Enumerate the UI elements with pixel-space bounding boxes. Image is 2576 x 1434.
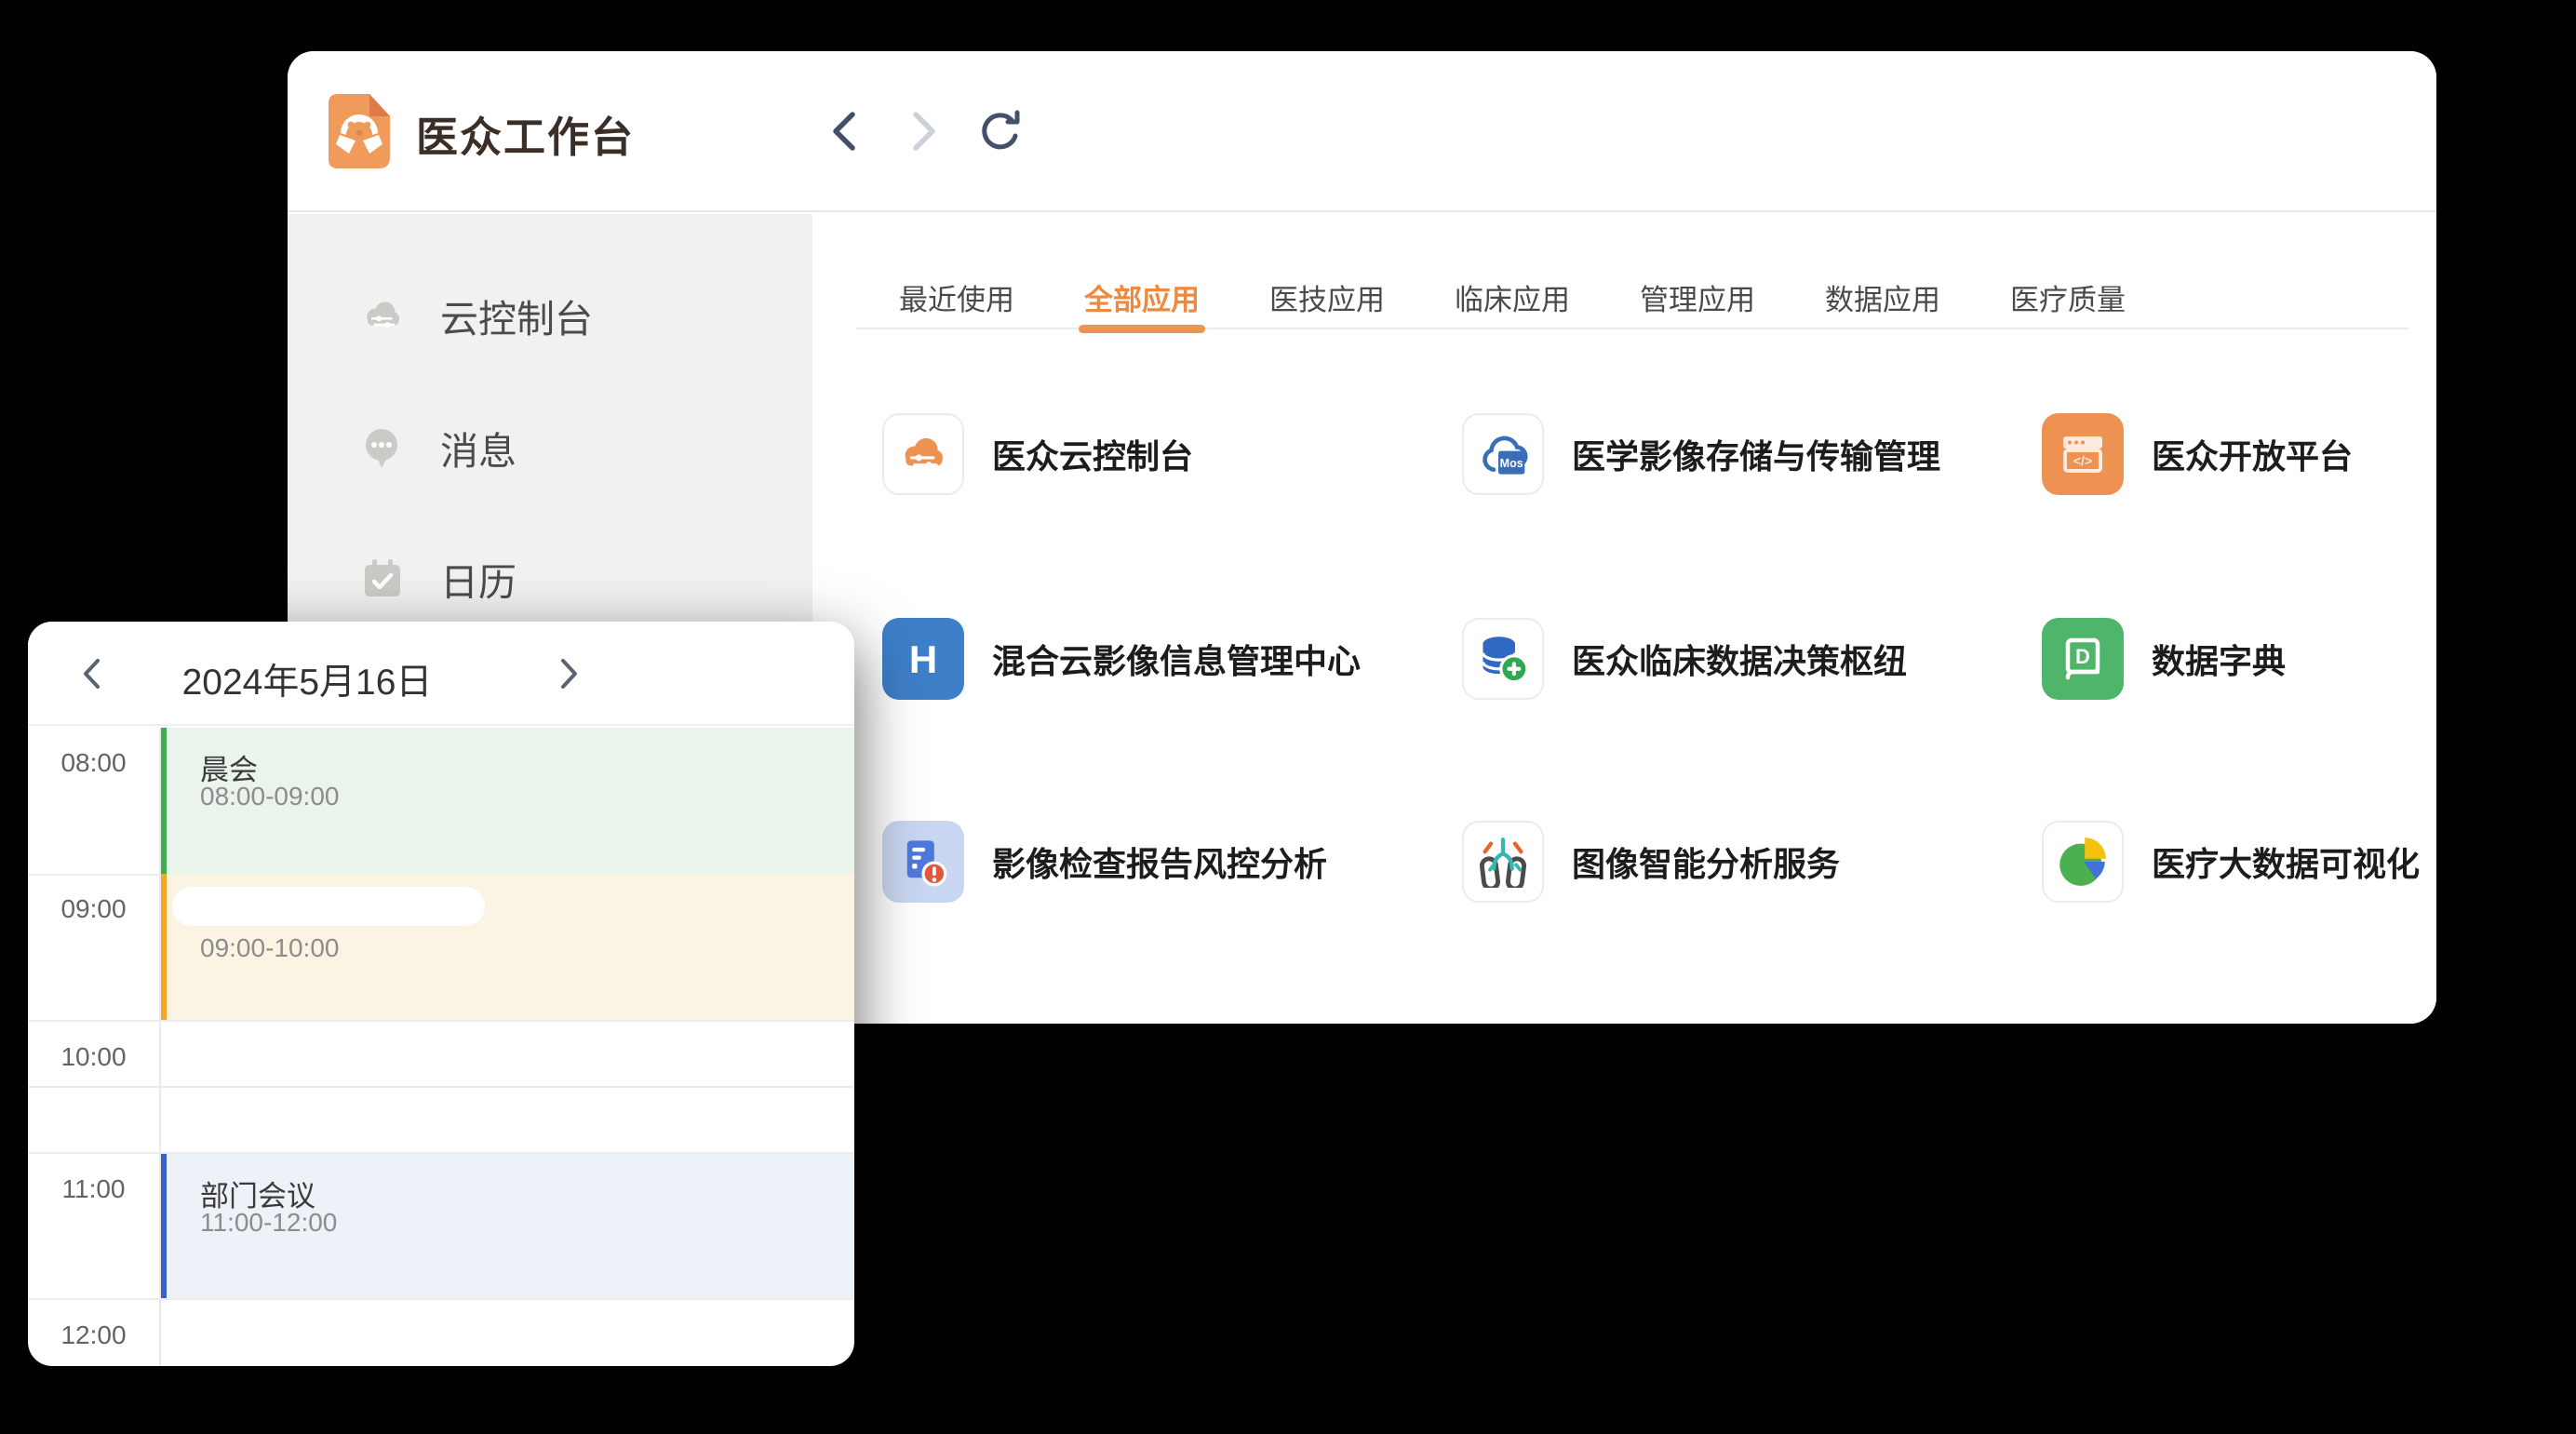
message-icon (360, 425, 405, 470)
cloud-icon (360, 293, 405, 338)
time-label: 11:00 (28, 1174, 159, 1204)
cloud-console-icon (897, 428, 949, 480)
calendar-slot-1000[interactable]: 10:00 (28, 1020, 854, 1086)
active-tab-underline (1079, 325, 1205, 333)
back-button[interactable] (824, 107, 868, 155)
svg-text:Mos: Mos (1500, 457, 1523, 470)
app-clinical-data-hub[interactable]: 医众临床数据决策枢纽 (1462, 618, 1907, 700)
event-title-redacted-pill (172, 887, 485, 926)
main-content: 最近使用 全部应用 医技应用 临床应用 管理应用 数据应用 医疗质量 (812, 214, 2436, 1024)
time-label: 12:00 (28, 1320, 159, 1350)
time-label: 08:00 (28, 748, 159, 778)
time-label: 10:00 (28, 1042, 159, 1072)
window-header: 医众工作台 (288, 51, 2436, 212)
calendar-header: 2024年5月16日 (28, 622, 854, 726)
tab-data-apps[interactable]: 数据应用 (1825, 267, 1940, 328)
app-report-risk-analysis[interactable]: 影像检查报告风控分析 (882, 821, 1327, 903)
calendar-event-morning-meeting[interactable]: 晨会 08:00-09:00 (159, 728, 854, 874)
sidebar-item-label: 云控制台 (440, 288, 593, 343)
calendar-icon (360, 556, 405, 601)
svg-text:</>: </> (2073, 453, 2092, 468)
sidebar-item-messages[interactable]: 消息 (288, 415, 812, 480)
tab-all-apps[interactable]: 全部应用 (1084, 267, 1200, 328)
app-image-ai-analysis[interactable]: 图像智能分析服务 (1462, 821, 1840, 903)
app-data-dictionary[interactable]: D 数据字典 (2042, 618, 2286, 700)
calendar-slot-0900: 09:00 09:00-10:00 (28, 874, 854, 1020)
sidebar-item-calendar[interactable]: 日历 (288, 546, 812, 611)
calendar-date-title: 2024年5月16日 (149, 653, 465, 705)
calendar-event-department-meeting[interactable]: 部门会议 11:00-12:00 (159, 1154, 854, 1298)
tab-medtech-apps[interactable]: 医技应用 (1269, 267, 1385, 328)
app-logo-icon (329, 94, 390, 168)
time-label: 09:00 (28, 894, 159, 924)
event-time: 09:00-10:00 (200, 933, 339, 963)
app-image-storage-transfer[interactable]: Mos 医学影像存储与传输管理 (1462, 413, 1940, 495)
desktop-background: 医众工作台 (0, 0, 2576, 1434)
event-time: 11:00-12:00 (200, 1208, 337, 1238)
calendar-popup: 2024年5月16日 08:00 晨会 08:00-09:00 09:00 (28, 622, 854, 1366)
sidebar-item-cloud-console[interactable]: 云控制台 (288, 283, 812, 348)
time-gutter-divider (159, 728, 161, 1366)
clinical-database-icon (1477, 633, 1529, 685)
app-title: 医众工作台 (416, 103, 635, 164)
app-open-platform[interactable]: </> 医众开放平台 (2042, 413, 2353, 495)
sidebar-item-label: 消息 (440, 420, 517, 476)
svg-text:D: D (2075, 645, 2090, 668)
tab-clinical-apps[interactable]: 临床应用 (1455, 267, 1570, 328)
lung-analysis-icon (1477, 836, 1529, 888)
app-cloud-console[interactable]: 医众云控制台 (882, 413, 1193, 495)
open-platform-code-icon: </> (2059, 430, 2107, 478)
sidebar-item-label: 日历 (440, 551, 517, 607)
hybrid-cloud-h-icon: H (899, 635, 947, 683)
calendar-prev-day-button[interactable] (74, 655, 112, 692)
calendar-body: 08:00 晨会 08:00-09:00 09:00 09:00-10:00 1… (28, 728, 854, 1366)
report-risk-alert-icon (897, 836, 949, 888)
pie-chart-icon (2057, 836, 2109, 888)
tab-management-apps[interactable]: 管理应用 (1640, 267, 1755, 328)
svg-text:H: H (909, 637, 937, 681)
forward-button[interactable] (900, 107, 945, 155)
app-big-data-visualization[interactable]: 医疗大数据可视化 (2042, 821, 2420, 903)
tab-recently-used[interactable]: 最近使用 (899, 267, 1014, 328)
data-dictionary-book-icon: D (2059, 635, 2107, 683)
calendar-next-day-button[interactable] (549, 655, 586, 692)
calendar-event-redacted[interactable]: 09:00-10:00 (159, 874, 854, 1020)
tab-bar: 最近使用 全部应用 医技应用 临床应用 管理应用 数据应用 医疗质量 (856, 267, 2408, 329)
refresh-button[interactable] (978, 107, 1023, 155)
mos-cloud-icon: Mos (1475, 426, 1531, 482)
calendar-slot-0800: 08:00 晨会 08:00-09:00 (28, 728, 854, 874)
calendar-slot-1030[interactable] (28, 1086, 854, 1152)
calendar-slot-1200[interactable]: 12:00 (28, 1298, 854, 1366)
tab-medical-quality[interactable]: 医疗质量 (2010, 267, 2126, 328)
event-time: 08:00-09:00 (200, 782, 339, 811)
app-hybrid-cloud-center[interactable]: H 混合云影像信息管理中心 (882, 618, 1361, 700)
calendar-slot-1100: 11:00 部门会议 11:00-12:00 (28, 1152, 854, 1298)
